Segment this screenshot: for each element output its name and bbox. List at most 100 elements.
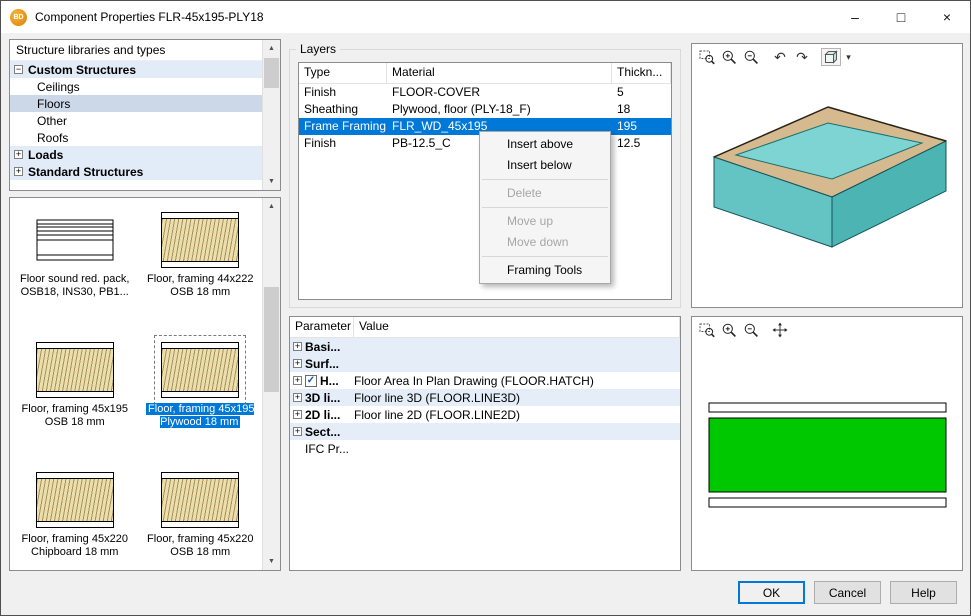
rotate-right-icon[interactable] bbox=[792, 48, 812, 66]
layer-row-finish-top[interactable]: Finish FLOOR-COVER 5 bbox=[299, 84, 671, 101]
maximize-icon: □ bbox=[897, 9, 905, 25]
menu-separator bbox=[482, 256, 608, 257]
menu-item-insert-above[interactable]: Insert above bbox=[480, 134, 610, 155]
tree-item-roofs[interactable]: Roofs bbox=[10, 129, 263, 146]
component-catalog-panel: Floor sound red. pack, OSB18, INS30, PB1… bbox=[9, 197, 281, 571]
help-button[interactable]: Help bbox=[890, 581, 957, 604]
scroll-thumb[interactable] bbox=[264, 287, 279, 392]
menu-separator bbox=[482, 179, 608, 180]
preview-3d-toolbar bbox=[697, 47, 854, 67]
expand-icon[interactable] bbox=[293, 427, 302, 436]
pan-icon[interactable] bbox=[770, 321, 790, 339]
parameter-row-2d-line[interactable]: 2D li... Floor line 2D (FLOOR.LINE2D) bbox=[290, 406, 680, 423]
tree-item-custom-structures[interactable]: Custom Structures bbox=[10, 61, 263, 78]
expand-icon[interactable] bbox=[293, 359, 302, 368]
scroll-down-icon[interactable] bbox=[263, 173, 280, 190]
zoom-out-icon[interactable] bbox=[741, 48, 761, 66]
layers-group-label: Layers bbox=[296, 42, 340, 56]
view-options-icon[interactable] bbox=[821, 48, 841, 66]
minimize-icon: – bbox=[851, 9, 859, 25]
catalog-item-label: Floor, framing 45x195 OSB 18 mm bbox=[16, 403, 134, 429]
tree-body: Custom Structures Ceilings Floors Other … bbox=[10, 61, 263, 180]
menu-item-delete: Delete bbox=[480, 183, 610, 204]
menu-item-framing-tools[interactable]: Framing Tools bbox=[480, 260, 610, 281]
parameter-row-basic[interactable]: Basi... bbox=[290, 338, 680, 355]
tree-item-other[interactable]: Other bbox=[10, 112, 263, 129]
expand-icon[interactable] bbox=[293, 376, 302, 385]
scroll-down-icon[interactable] bbox=[263, 553, 280, 570]
tree-item-floors[interactable]: Floors bbox=[10, 95, 263, 112]
scroll-thumb[interactable] bbox=[264, 58, 279, 88]
tree-header: Structure libraries and types bbox=[10, 40, 263, 61]
zoom-window-icon[interactable] bbox=[697, 321, 717, 339]
zoom-in-icon[interactable] bbox=[719, 48, 739, 66]
column-header-parameter[interactable]: Parameter bbox=[290, 317, 354, 337]
zoom-window-icon[interactable] bbox=[697, 48, 717, 66]
catalog-item-label: Floor sound red. pack, OSB18, INS30, PB1… bbox=[16, 273, 134, 299]
app-icon-text: BD bbox=[13, 14, 23, 21]
app-icon: BD bbox=[10, 9, 27, 26]
close-icon: × bbox=[943, 9, 951, 25]
catalog-item-floor-framing-45x195-plywood[interactable]: Floor, framing 45x195 Plywood 18 mm bbox=[140, 342, 260, 472]
titlebar: BD Component Properties FLR-45x195-PLY18… bbox=[1, 1, 970, 33]
catalog-item-floor-framing-45x195-osb[interactable]: Floor, framing 45x195 OSB 18 mm bbox=[15, 342, 135, 472]
catalog-scrollbar[interactable] bbox=[262, 198, 280, 570]
structure-tree-panel: Structure libraries and types Custom Str… bbox=[9, 39, 281, 191]
maximize-button[interactable]: □ bbox=[878, 1, 924, 33]
tree-item-loads[interactable]: Loads bbox=[10, 146, 263, 163]
scroll-up-icon[interactable] bbox=[263, 198, 280, 215]
catalog-item-floor-framing-45x220-chipboard[interactable]: Floor, framing 45x220 Chipboard 18 mm bbox=[15, 472, 135, 602]
tree-item-standard-structures[interactable]: Standard Structures bbox=[10, 163, 263, 180]
rotate-left-icon[interactable] bbox=[770, 48, 790, 66]
cancel-button[interactable]: Cancel bbox=[814, 581, 881, 604]
catalog-item-label: Floor, framing 45x195 Plywood 18 mm bbox=[141, 403, 259, 429]
menu-item-move-up: Move up bbox=[480, 211, 610, 232]
ok-button[interactable]: OK bbox=[738, 581, 805, 604]
column-header-type[interactable]: Type bbox=[299, 63, 387, 83]
expand-icon[interactable] bbox=[293, 342, 302, 351]
parameters-table-header: Parameter Value bbox=[290, 317, 680, 338]
close-button[interactable]: × bbox=[924, 1, 970, 33]
catalog-grid: Floor sound red. pack, OSB18, INS30, PB1… bbox=[12, 212, 263, 602]
catalog-item-label: Floor, framing 44x222 OSB 18 mm bbox=[141, 273, 259, 299]
catalog-item-floor-sound-red-pack[interactable]: Floor sound red. pack, OSB18, INS30, PB1… bbox=[15, 212, 135, 342]
parameter-row-hatch[interactable]: H... Floor Area In Plan Drawing (FLOOR.H… bbox=[290, 372, 680, 389]
catalog-item-floor-framing-44x222-osb[interactable]: Floor, framing 44x222 OSB 18 mm bbox=[140, 212, 260, 342]
component-thumbnail bbox=[161, 472, 239, 528]
component-thumbnail bbox=[161, 212, 239, 268]
preview-3d-viewport[interactable] bbox=[700, 79, 954, 299]
zoom-in-icon[interactable] bbox=[719, 321, 739, 339]
component-thumbnail bbox=[36, 342, 114, 398]
expand-icon[interactable] bbox=[14, 150, 23, 159]
tree-item-ceilings[interactable]: Ceilings bbox=[10, 78, 263, 95]
parameter-row-surfaces[interactable]: Surf... bbox=[290, 355, 680, 372]
expand-icon[interactable] bbox=[14, 167, 23, 176]
parameter-row-section[interactable]: Sect... bbox=[290, 423, 680, 440]
catalog-item-floor-framing-45x220-osb[interactable]: Floor, framing 45x220 OSB 18 mm bbox=[140, 472, 260, 602]
expand-icon[interactable] bbox=[293, 410, 302, 419]
catalog-item-label: Floor, framing 45x220 OSB 18 mm bbox=[141, 533, 259, 559]
layer-context-menu: Insert above Insert below Delete Move up… bbox=[479, 131, 611, 284]
dropdown-icon[interactable] bbox=[843, 48, 854, 66]
layer-row-sheathing[interactable]: Sheathing Plywood, floor (PLY-18_F) 18 bbox=[299, 101, 671, 118]
component-thumbnail-selected bbox=[161, 342, 239, 398]
menu-item-move-down: Move down bbox=[480, 232, 610, 253]
column-header-value[interactable]: Value bbox=[354, 317, 680, 337]
preview-2d-toolbar bbox=[697, 320, 790, 340]
menu-item-insert-below[interactable]: Insert below bbox=[480, 155, 610, 176]
preview-2d-viewport[interactable] bbox=[708, 402, 948, 510]
scroll-up-icon[interactable] bbox=[263, 40, 280, 57]
tree-scrollbar[interactable] bbox=[262, 40, 280, 190]
layers-table-header: Type Material Thickn... bbox=[299, 63, 671, 84]
collapse-icon[interactable] bbox=[14, 65, 23, 74]
column-header-thickness[interactable]: Thickn... bbox=[612, 63, 671, 83]
parameter-row-3d-line[interactable]: 3D li... Floor line 3D (FLOOR.LINE3D) bbox=[290, 389, 680, 406]
preview-3d-panel bbox=[691, 43, 963, 308]
minimize-button[interactable]: – bbox=[832, 1, 878, 33]
parameter-row-ifc-properties[interactable]: IFC Pr... bbox=[290, 440, 680, 457]
checkbox-checked[interactable] bbox=[305, 375, 317, 387]
column-header-material[interactable]: Material bbox=[387, 63, 612, 83]
expand-icon[interactable] bbox=[293, 393, 302, 402]
catalog-item-label: Floor, framing 45x220 Chipboard 18 mm bbox=[16, 533, 134, 559]
zoom-out-icon[interactable] bbox=[741, 321, 761, 339]
